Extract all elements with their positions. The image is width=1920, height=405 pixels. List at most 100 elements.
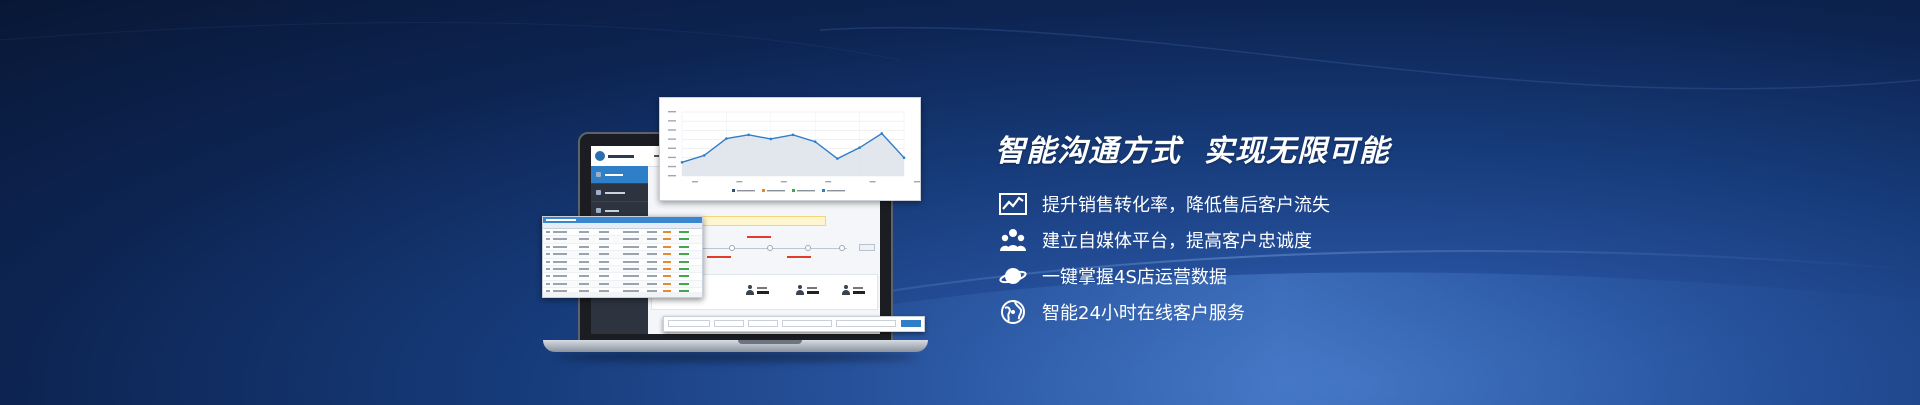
timeline-node [729,245,735,251]
feature-item: 建立自媒体平台，提高客户忠诚度 [998,222,1330,258]
table-cell [623,231,639,233]
table-cell [663,245,671,248]
data-point [680,160,684,164]
y-tick [668,111,676,113]
table-cell [579,267,589,270]
data-point [880,132,884,135]
table-footer [543,292,702,297]
feature-item: 提升销售转化率，降低售后客户流失 [998,186,1330,222]
timeline-node [805,245,811,251]
table-cell [546,260,550,263]
table-cell [647,231,657,233]
filter-bar-window [663,316,925,332]
legend-label [737,190,755,192]
timeline-node [767,245,773,251]
data-point [858,146,861,149]
table-cell [546,253,550,256]
table-cell [553,275,567,278]
data-point [769,137,773,141]
table-cell [553,267,567,270]
table-cell [663,253,671,256]
table-cell [546,231,550,233]
person-icon [796,285,804,295]
table-cell [647,260,657,263]
table-cell [553,231,567,233]
table-cell [623,253,639,256]
background-swoosh [0,22,1920,405]
legend-swatch [762,189,765,192]
y-tick [668,156,676,159]
timeline-button [859,244,875,251]
table-cell [599,238,609,241]
y-tick [668,175,676,177]
x-tick [869,181,876,183]
table-cell [623,267,639,270]
table-cell [579,231,589,233]
timeline-node [839,245,845,251]
legend-swatch [822,189,825,192]
stat-item [842,285,865,295]
table-row [543,244,702,252]
trend-chart-icon [998,189,1028,219]
nav-icon [596,208,601,213]
legend-swatch [792,189,795,192]
table-cell [623,275,639,278]
table-cell [647,238,657,241]
legend-label [767,190,785,192]
table-cell [553,253,567,256]
laptop-base [543,340,928,352]
feature-item: 智能24小时在线客户服务 [998,294,1330,330]
globe-service-icon [998,297,1028,327]
data-point [791,133,795,137]
stat-item [746,285,769,295]
table-cell [553,260,567,263]
table-cell [599,253,609,256]
nav-icon [596,190,601,195]
table-cell [623,260,639,263]
table-cell [663,267,671,270]
legend-label [797,190,815,192]
headline: 智能沟通方式 实现无限可能 [995,134,1390,169]
table-cell [579,282,589,285]
data-point [902,156,906,160]
table-cell [679,238,689,241]
y-tick [668,165,676,168]
table-row [543,265,702,274]
table-cell [546,238,550,241]
date-field [782,320,832,327]
table-cell [663,282,671,285]
table-cell [579,238,589,241]
stat-item [796,285,819,295]
y-tick [668,138,676,140]
table-cell [647,245,657,248]
table-cell [599,231,609,233]
data-point [813,140,817,144]
table-cell [663,231,671,233]
filter-select [748,320,778,327]
feature-item: 一键掌握4S店运营数据 [998,258,1330,294]
table-cell [579,245,589,248]
table-cell [647,253,657,256]
sidebar-item [591,184,648,202]
x-tick [736,181,743,183]
table-cell [647,275,657,278]
table-body [543,229,702,297]
table-row [543,273,702,281]
table-cell [546,282,550,285]
table-cell [553,238,567,241]
table-cell [679,275,689,278]
line-chart [668,111,920,192]
table-window [542,216,703,298]
table-cell [553,245,567,248]
user-group-icon [998,225,1028,255]
table-cell [663,275,671,278]
x-tick [692,181,698,183]
hero-banner: 智能沟通方式 实现无限可能 提升销售转化率，降低售后客户流失 建立自媒体平台，提… [0,0,1920,405]
y-tick [668,129,676,131]
x-tick [780,181,787,183]
filter-select [668,320,710,327]
x-tick [825,181,832,183]
search-button [901,320,921,327]
table-row [543,280,702,289]
table-cell [647,282,657,285]
